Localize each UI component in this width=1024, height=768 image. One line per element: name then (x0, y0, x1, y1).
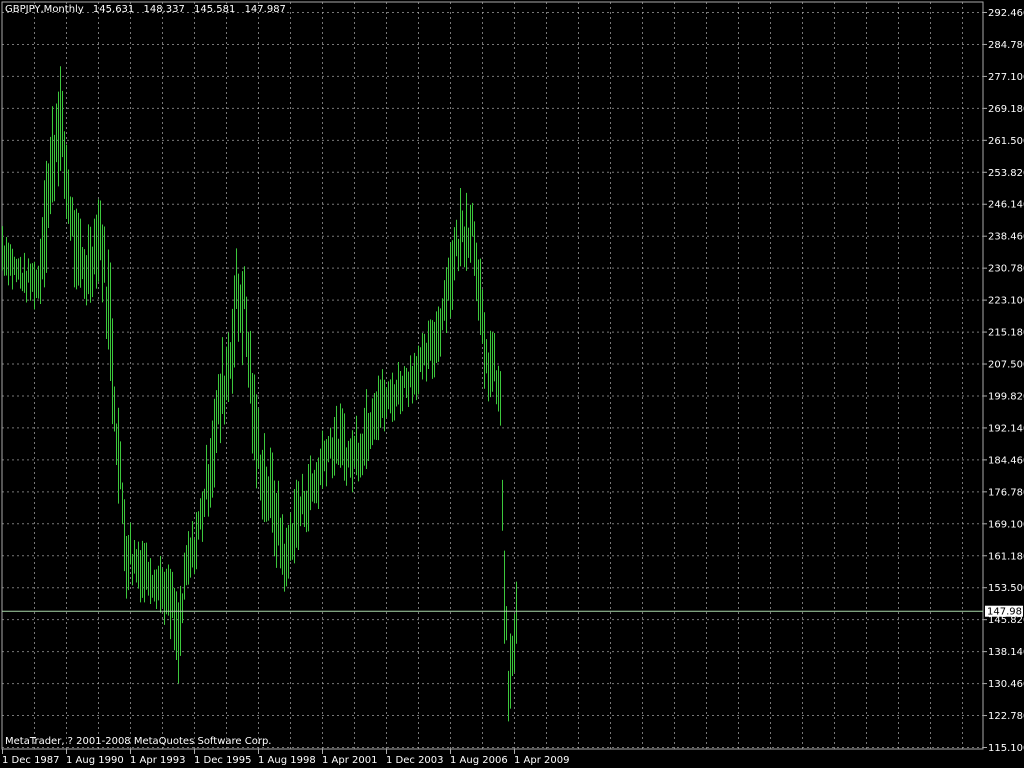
symbol-label: GBPJPY,Monthly (5, 4, 84, 15)
close-value: 147.987 (244, 4, 286, 15)
price-chart[interactable]: 292.460 284.780 277.100 269.180 261.500 253.8… (0, 0, 1024, 768)
x-tick-label: 1 Dec 2003 (386, 755, 444, 766)
x-tick-label: 1 Aug 1998 (258, 755, 316, 766)
y-tick-label: 238.460 (988, 232, 1024, 243)
low-value: 145.581 (194, 4, 236, 15)
y-tick-label: 169.100 (988, 519, 1024, 530)
y-tick-label: 184.460 (988, 455, 1024, 466)
y-tick-label: 130.460 (988, 679, 1024, 690)
y-tick-label: 207.500 (988, 360, 1024, 371)
y-tick-label: 253.820 (988, 168, 1024, 179)
y-tick-label: 284.780 (988, 40, 1024, 51)
current-price-label: 147.987 (987, 607, 1024, 618)
y-tick-label: 153.500 (988, 583, 1024, 594)
x-tick-label: 1 Dec 1995 (194, 755, 252, 766)
x-tick-label: 1 Apr 2009 (514, 755, 569, 766)
y-tick-label: 261.500 (988, 136, 1024, 147)
x-tick-label: 1 Apr 1993 (130, 755, 185, 766)
y-tick-label: 246.140 (988, 200, 1024, 211)
open-value: 145.631 (92, 4, 135, 15)
y-tick-label: 292.460 (988, 8, 1024, 19)
y-tick-label: 230.780 (988, 264, 1024, 275)
y-tick-label: 277.100 (988, 72, 1024, 83)
x-tick-label: 1 Aug 2006 (450, 755, 508, 766)
y-tick-label: 269.180 (988, 104, 1024, 115)
y-tick-label: 122.780 (988, 711, 1024, 722)
y-tick-label: 223.100 (988, 296, 1024, 307)
y-tick-label: 176.780 (988, 487, 1024, 498)
x-tick-label: 1 Apr 2001 (322, 755, 377, 766)
y-tick-label: 192.140 (988, 423, 1024, 434)
x-tick-label: 1 Aug 1990 (66, 755, 124, 766)
copyright-label: MetaTrader, ? 2001-2008 MetaQuotes Softw… (5, 736, 272, 747)
y-tick-label: 199.820 (988, 391, 1024, 402)
y-tick-label: 115.100 (988, 743, 1024, 754)
chart-window[interactable]: 292.460 284.780 277.100 269.180 261.500 253.8… (0, 0, 1024, 768)
high-value: 148.337 (143, 4, 185, 15)
y-tick-label: 138.140 (988, 647, 1024, 658)
chart-header: GBPJPY,Monthly 145.631 148.337 145.581 1… (5, 4, 292, 15)
price-bars[interactable] (2, 66, 517, 722)
x-tick-label: 1 Dec 1987 (2, 755, 60, 766)
y-tick-label: 161.180 (988, 551, 1024, 562)
y-tick-label: 215.180 (988, 328, 1024, 339)
